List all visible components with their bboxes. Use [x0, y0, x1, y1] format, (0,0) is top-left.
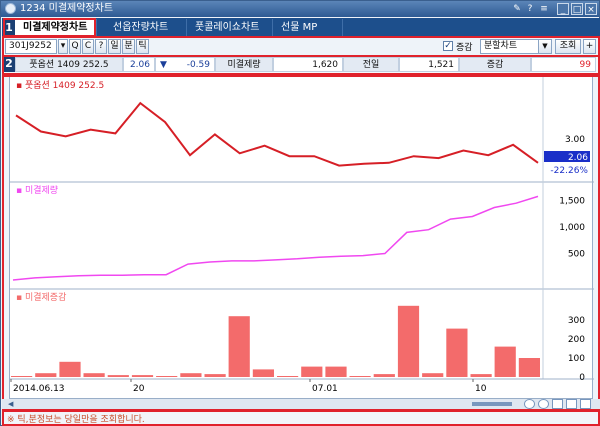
- highlight-frame-quote: [2, 55, 600, 75]
- tab-futures-mp[interactable]: 선물 MP: [273, 19, 343, 36]
- app-icon: [5, 3, 16, 14]
- main-window: 1234 미결제약정차트 ✎ ? ≡ _ □ × 1 미결제약정차트 선옵잔량차…: [0, 0, 600, 426]
- tab-remaining-chart[interactable]: 선옵잔량차트: [105, 19, 187, 36]
- menu-icon[interactable]: ≡: [538, 3, 550, 15]
- window-title: 1234 미결제약정차트: [20, 3, 114, 14]
- scroll-left-icon[interactable]: ◀: [8, 400, 16, 408]
- maximize-button[interactable]: □: [571, 3, 583, 15]
- zoom-out-icon[interactable]: [524, 399, 535, 409]
- help-icon[interactable]: ?: [524, 3, 536, 15]
- zoom-in-icon[interactable]: [538, 399, 549, 409]
- highlight-frame-toolbar: [2, 36, 600, 57]
- highlight-frame-status: [2, 410, 600, 426]
- chart-settings-icon[interactable]: [566, 399, 577, 409]
- highlight-frame-chart: [2, 75, 600, 411]
- crosshair-icon[interactable]: [580, 399, 591, 409]
- pin-icon[interactable]: ✎: [511, 3, 523, 15]
- zoom-reset-icon[interactable]: [552, 399, 563, 409]
- minimize-button[interactable]: _: [557, 3, 569, 15]
- highlight-frame-tabs: [3, 18, 96, 37]
- close-button[interactable]: ×: [585, 3, 597, 15]
- chart-scrollbar[interactable]: ◀: [2, 399, 600, 409]
- tab-putcall-chart[interactable]: 풋콜레이쇼차트: [187, 19, 273, 36]
- scroll-thumb[interactable]: [472, 402, 512, 406]
- title-bar: 1234 미결제약정차트 ✎ ? ≡ _ □ ×: [1, 1, 599, 17]
